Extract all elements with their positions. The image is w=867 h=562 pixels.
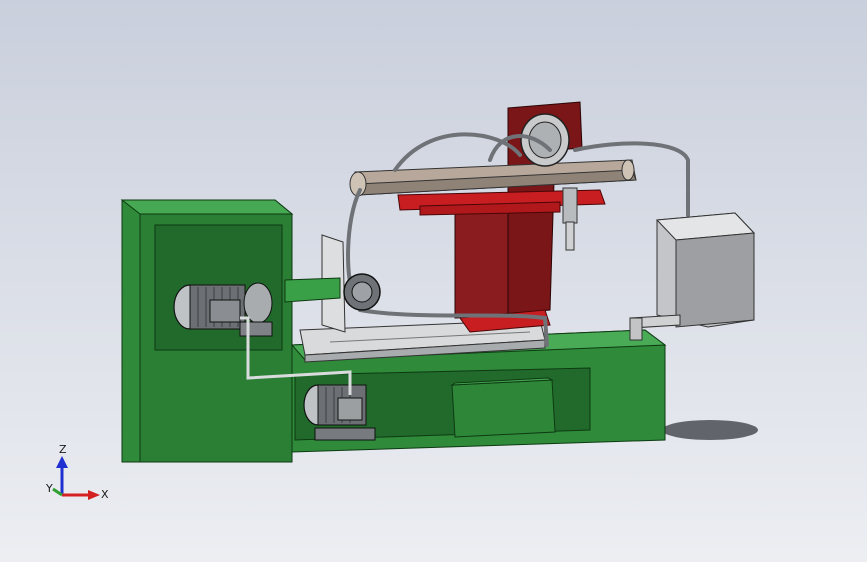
pump-motor[interactable] xyxy=(303,384,376,441)
control-box[interactable] xyxy=(450,377,556,438)
cad-viewport[interactable]: Z X Y xyxy=(0,0,867,562)
axis-label-x: X xyxy=(101,488,109,501)
main-motor[interactable] xyxy=(173,282,273,337)
welding-torch[interactable] xyxy=(562,187,578,251)
coordinate-triad: Z X Y xyxy=(45,443,109,501)
tank-shadow xyxy=(662,420,758,440)
axis-label-y: Y xyxy=(45,482,53,495)
axis-label-z: Z xyxy=(59,443,67,456)
rotary-disk[interactable] xyxy=(520,113,570,167)
coolant-tank[interactable] xyxy=(655,212,756,328)
tank-post xyxy=(629,317,643,341)
